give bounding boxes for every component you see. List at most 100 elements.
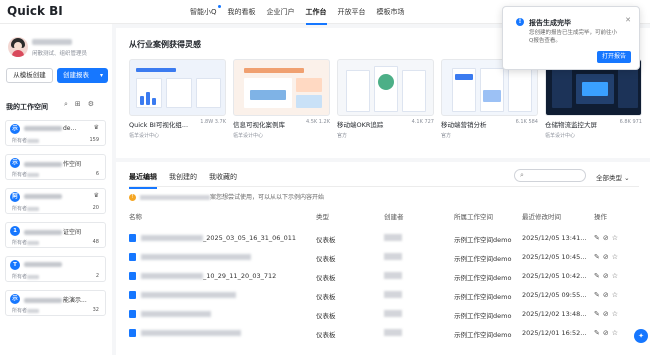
doc-name[interactable]: _10_29_11_20_03_712 (141, 272, 276, 280)
doc-type: 仪表板 (316, 255, 336, 263)
case-card[interactable]: Quick BI可视化组... 1.8W 3.7K 瓴羊设计中心 (129, 59, 226, 139)
workspace-card[interactable]: 示 作空间 所有者 6 (5, 154, 106, 180)
workspace-card[interactable]: 示 de... ♛ 所有者 159 (5, 120, 106, 146)
table-header: 名称 类型 创建者 所属工作空间 最近修改时间 操作 (129, 211, 639, 223)
workspace-card[interactable]: 示 能演示... 所有者 32 (5, 290, 106, 316)
tab-recent[interactable]: 最近编辑 (129, 172, 157, 189)
case-name: 信息可视化案例库 (233, 121, 285, 129)
search-icon[interactable]: ⌕ (64, 100, 68, 109)
workspace-card[interactable]: T 所有者 2 (5, 256, 106, 282)
case-author: 瓴羊设计中心 (233, 133, 264, 139)
edit-icon[interactable]: ✎ (594, 272, 603, 280)
dashboard-icon (129, 291, 136, 299)
dashboard-icon (129, 253, 136, 261)
search-icon: ⌕ (520, 171, 524, 179)
doc-modified: 2025/12/01 16:52... (522, 329, 587, 337)
doc-workspace: 示例工作空间demo (454, 331, 512, 339)
case-card[interactable]: 仓储物流监控大屏 6.8K 971 瓴羊设计中心 (545, 59, 642, 139)
case-name: Quick BI可视化组... (129, 121, 189, 129)
row-actions[interactable]: ✎⊘☆ (594, 253, 621, 261)
doc-name[interactable] (141, 291, 236, 299)
row-actions[interactable]: ✎⊘☆ (594, 291, 621, 299)
doc-name[interactable]: _2025_03_05_16_31_06_011 (141, 234, 296, 242)
workspace-owner: 所有者 (12, 273, 40, 280)
table-row[interactable]: 仪表板 示例工作空间demo 2025/12/05 09:55... ✎⊘☆ (129, 287, 639, 304)
edit-icon[interactable]: ✎ (594, 329, 603, 337)
workspace-card[interactable]: 阿 ♛ 所有者 20 (5, 188, 106, 214)
tab-favorites[interactable]: 我收藏的 (209, 172, 237, 182)
workspace-list: 示 de... ♛ 所有者 159 示 作空间 所有者 6 阿 ♛ 所有者 20… (5, 120, 106, 324)
link-icon[interactable]: ⊘ (603, 234, 612, 242)
create-from-template-button[interactable]: 从模板创建 (6, 68, 53, 83)
workspace-count: 6 (95, 171, 99, 177)
nav-portal[interactable]: 企业门户 (267, 7, 295, 17)
case-list: Quick BI可视化组... 1.8W 3.7K 瓴羊设计中心 信息可视化案例库… (129, 59, 649, 139)
star-icon[interactable]: ☆ (612, 272, 621, 280)
star-icon[interactable]: ☆ (612, 310, 621, 318)
crown-icon: ♛ (93, 192, 99, 199)
row-actions[interactable]: ✎⊘☆ (594, 329, 621, 337)
app-logo[interactable]: Quick BI (7, 4, 63, 18)
row-actions[interactable]: ✎⊘☆ (594, 272, 621, 280)
case-card[interactable]: 移动端营销分析 6.1K 584 官方 (441, 59, 538, 139)
create-report-button[interactable]: 创建报表 ▾ (57, 68, 108, 83)
dashboard-icon (129, 310, 136, 318)
workspace-card[interactable]: 1 证空间 所有者 48 (5, 222, 106, 248)
assistant-icon[interactable]: ✦ (634, 329, 648, 343)
edit-icon[interactable]: ✎ (594, 310, 603, 318)
row-actions[interactable]: ✎⊘☆ (594, 310, 621, 318)
close-icon[interactable]: ✕ (625, 16, 631, 24)
nav-my-boards[interactable]: 我的看板 (228, 7, 256, 17)
link-icon[interactable]: ⊘ (603, 291, 612, 299)
col-workspace: 所属工作空间 (454, 213, 493, 221)
table-row[interactable]: _10_29_11_20_03_712 仪表板 示例工作空间demo 2025/… (129, 268, 639, 285)
workspace-owner: 所有者 (12, 205, 40, 212)
nav-template-market[interactable]: 模板市场 (377, 7, 405, 17)
edit-icon[interactable]: ✎ (594, 253, 603, 261)
nav-workbench[interactable]: 工作台 (305, 7, 327, 25)
workspace-badge: 示 (10, 124, 20, 134)
doc-name[interactable] (141, 329, 241, 337)
workspace-count: 48 (92, 239, 99, 245)
case-stats: 1.8W 3.7K (200, 119, 226, 125)
workspace-owner: 所有者 (12, 137, 40, 144)
gear-icon[interactable]: ⚙ (88, 100, 94, 109)
nav-open-platform[interactable]: 开放平台 (338, 7, 366, 17)
nav-smart-q[interactable]: 智能小Q (190, 5, 221, 17)
table-row[interactable]: 仪表板 示例工作空间demo 2025/12/01 16:52... ✎⊘☆ (129, 325, 639, 342)
open-report-button[interactable]: 打开报告 (597, 51, 631, 63)
case-author: 瓴羊设计中心 (129, 133, 160, 139)
doc-workspace: 示例工作空间demo (454, 312, 512, 320)
row-actions[interactable]: ✎⊘☆ (594, 234, 621, 242)
case-name: 仓储物流监控大屏 (545, 121, 597, 129)
star-icon[interactable]: ☆ (612, 253, 621, 261)
table-row[interactable]: 仪表板 示例工作空间demo 2025/12/02 13:48... ✎⊘☆ (129, 306, 639, 323)
link-icon[interactable]: ⊘ (603, 253, 612, 261)
workspace-count: 32 (92, 307, 99, 313)
star-icon[interactable]: ☆ (612, 291, 621, 299)
tab-created[interactable]: 我创建的 (169, 172, 197, 182)
star-icon[interactable]: ☆ (612, 329, 621, 337)
doc-creator (384, 291, 402, 300)
edit-icon[interactable]: ✎ (594, 291, 603, 299)
table-row[interactable]: 仪表板 示例工作空间demo 2025/12/05 10:45... ✎⊘☆ (129, 249, 639, 266)
link-icon[interactable]: ⊘ (603, 310, 612, 318)
link-icon[interactable]: ⊘ (603, 329, 612, 337)
doc-workspace: 示例工作空间demo (454, 236, 512, 244)
type-filter[interactable]: 全部类型 ⌄ (596, 172, 630, 182)
star-icon[interactable]: ☆ (612, 234, 621, 242)
case-card[interactable]: 信息可视化案例库 4.5K 1.2K 瓴羊设计中心 (233, 59, 330, 139)
avatar[interactable] (8, 37, 28, 57)
link-icon[interactable]: ⊘ (603, 272, 612, 280)
doc-name[interactable] (141, 310, 211, 318)
main-content: 从行业案例获得灵感 Quick BI可视化组... 1.8W 3.7K 瓴羊设计中… (116, 24, 650, 355)
workspace-title: 我的工作空间 (6, 103, 48, 111)
table-row[interactable]: _2025_03_05_16_31_06_011 仪表板 示例工作空间demo … (129, 230, 639, 247)
col-name: 名称 (129, 213, 142, 221)
doc-name[interactable] (141, 253, 251, 261)
case-card[interactable]: 移动端OKR追踪 4.1K 727 官方 (337, 59, 434, 139)
edit-icon[interactable]: ✎ (594, 234, 603, 242)
notification-title: 报告生成完毕 (529, 19, 571, 27)
add-icon[interactable]: ⊞ (75, 100, 81, 109)
search-input[interactable]: ⌕ (514, 169, 586, 182)
